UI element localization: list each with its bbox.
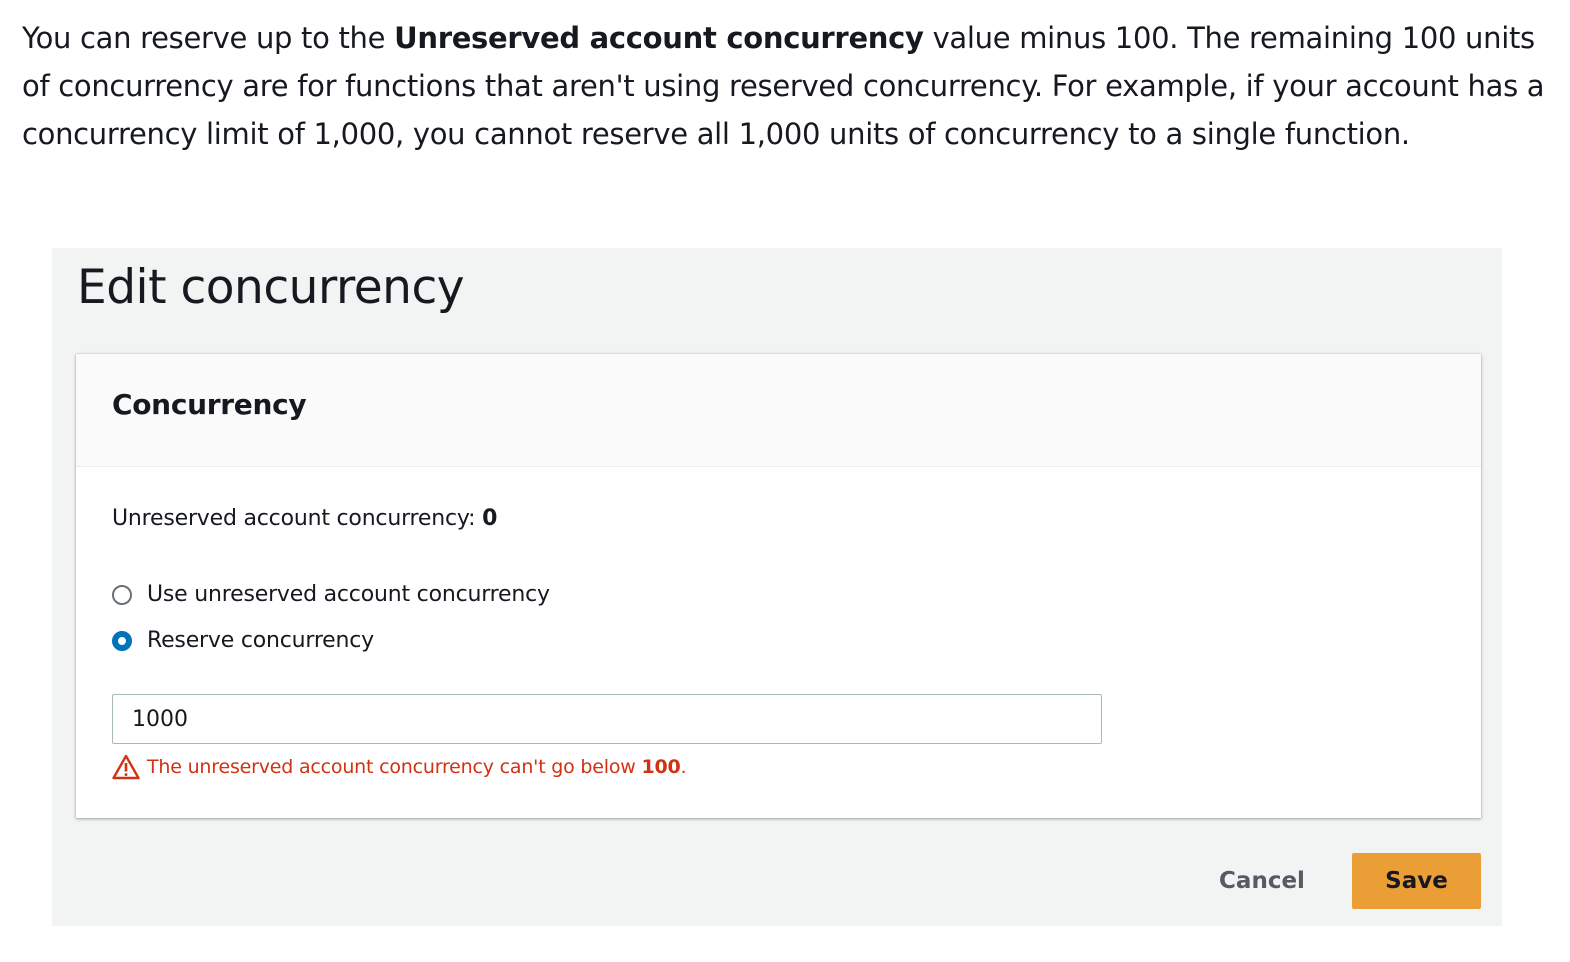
warning-icon xyxy=(112,754,140,780)
card-title: Concurrency xyxy=(112,388,307,421)
error-text: The unreserved account concurrency can't… xyxy=(147,756,687,778)
save-button[interactable]: Save xyxy=(1352,853,1481,909)
page-title: Edit concurrency xyxy=(77,260,465,315)
radio-unchecked-icon[interactable] xyxy=(112,584,132,605)
validation-error: The unreserved account concurrency can't… xyxy=(112,754,687,780)
unreserved-concurrency-info: Unreserved account concurrency: 0 xyxy=(112,506,497,531)
cancel-button[interactable]: Cancel xyxy=(1202,853,1322,909)
unreserved-concurrency-value: 0 xyxy=(482,506,498,531)
unreserved-concurrency-label: Unreserved account concurrency: xyxy=(112,506,483,531)
reserved-concurrency-input[interactable] xyxy=(112,694,1102,744)
error-value: 100 xyxy=(641,756,681,778)
intro-paragraph: You can reserve up to the Unreserved acc… xyxy=(22,14,1552,158)
card-header: Concurrency xyxy=(76,354,1481,467)
edit-concurrency-panel: Edit concurrency Concurrency Unreserved … xyxy=(52,248,1502,926)
radio-option-label: Reserve concurrency xyxy=(147,628,374,653)
radio-option-label: Use unreserved account concurrency xyxy=(147,582,550,607)
intro-text-prefix: You can reserve up to the xyxy=(22,21,395,55)
concurrency-card: Concurrency Unreserved account concurren… xyxy=(76,354,1481,818)
radio-option-reserve[interactable]: Reserve concurrency xyxy=(112,628,374,653)
intro-text-bold: Unreserved account concurrency xyxy=(394,21,924,55)
radio-checked-icon[interactable] xyxy=(112,630,132,651)
radio-option-use-unreserved[interactable]: Use unreserved account concurrency xyxy=(112,582,550,607)
